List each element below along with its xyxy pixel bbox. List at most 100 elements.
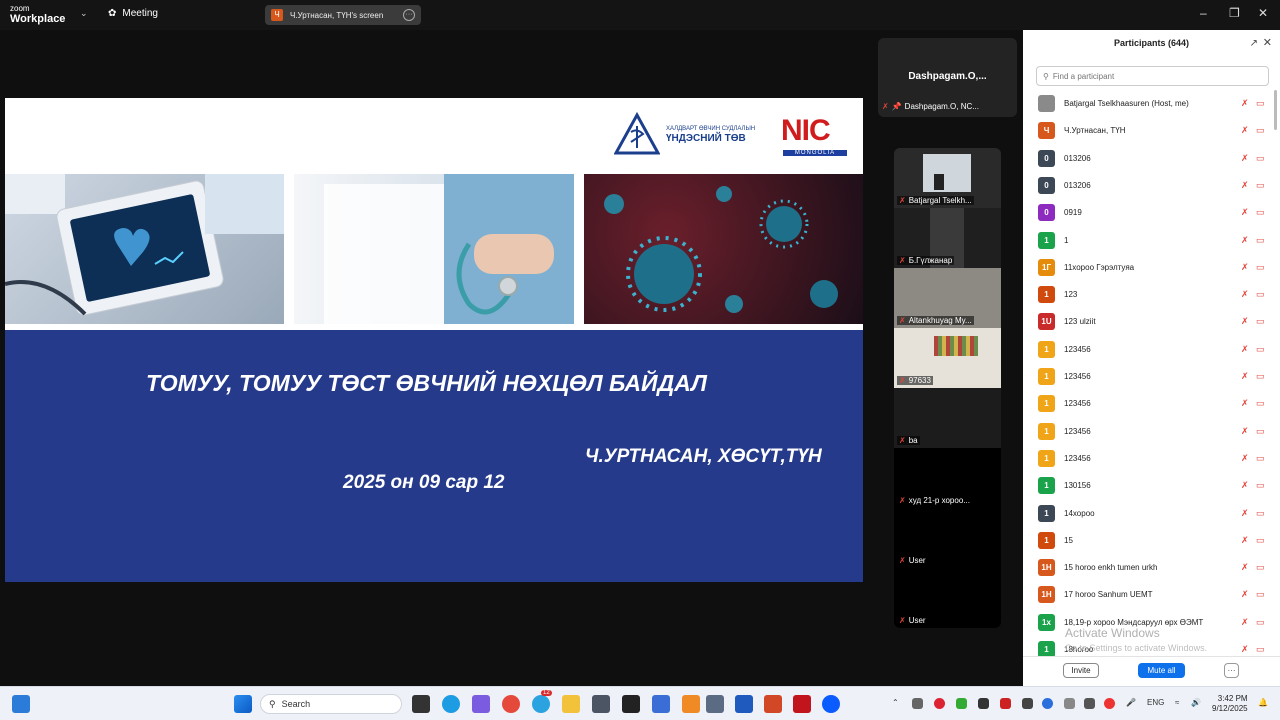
participant-row[interactable]: 1 1 ✗ ▭ [1023,227,1273,254]
mic-muted-icon[interactable]: ✗ [1241,617,1249,628]
video-off-icon[interactable]: ▭ [1256,262,1265,273]
mic-muted-icon[interactable]: ✗ [1241,371,1249,382]
video-off-icon[interactable]: ▭ [1256,562,1265,573]
mic-muted-icon[interactable]: ✗ [1241,153,1249,164]
language-indicator[interactable]: ENG [1147,698,1164,707]
video-off-icon[interactable]: ▭ [1256,289,1265,300]
tray-icon[interactable] [956,698,967,709]
video-tile[interactable]: ✗ худ 21-р хороо... [894,448,1001,508]
word-icon[interactable] [735,695,753,713]
video-off-icon[interactable]: ▭ [1256,235,1265,246]
minimize-icon[interactable]: – [1200,6,1207,20]
mic-muted-icon[interactable]: ✗ [1241,289,1249,300]
mic-muted-icon[interactable]: ✗ [1241,398,1249,409]
mic-muted-icon[interactable]: ✗ [1241,207,1249,218]
calculator-icon[interactable] [592,695,610,713]
chrome-icon[interactable] [502,695,520,713]
tray-icon[interactable] [978,698,989,709]
search-input[interactable] [1052,71,1253,81]
close-window-icon[interactable]: ✕ [1258,6,1268,20]
participant-row[interactable]: 1 123 ✗ ▭ [1023,281,1273,308]
video-tile[interactable]: ✗ ba [894,388,1001,448]
mic-muted-icon[interactable]: ✗ [1241,262,1249,273]
participant-row[interactable]: 0 013206 ✗ ▭ [1023,145,1273,172]
file-explorer-icon[interactable] [562,695,580,713]
pinned-video-tile[interactable]: Dashpagam.O,... ✗ 📌 Dashpagam.O, NC... [878,38,1017,117]
video-off-icon[interactable]: ▭ [1256,426,1265,437]
video-off-icon[interactable]: ▭ [1256,535,1265,546]
video-off-icon[interactable]: ▭ [1256,617,1265,628]
mic-muted-icon[interactable]: ✗ [1241,453,1249,464]
participant-row[interactable]: 1U 123 ulziit ✗ ▭ [1023,308,1273,335]
participant-row[interactable]: 1 15 ✗ ▭ [1023,527,1273,554]
participant-row[interactable]: 1H 15 horoo enkh tumen urkh ✗ ▭ [1023,554,1273,581]
video-tile[interactable]: ✗ User [894,568,1001,628]
more-button[interactable]: ··· [1224,663,1239,678]
participant-row[interactable]: 1H 17 horoo Sanhum UEMT ✗ ▭ [1023,581,1273,608]
mic-muted-icon[interactable]: ✗ [1241,98,1249,109]
participant-search[interactable]: ⚲ [1036,66,1269,86]
participant-row[interactable]: Batjargal Tselkhaasuren (Host, me) ✗ ▭ [1023,90,1273,117]
mic-muted-icon[interactable]: ✗ [1241,480,1249,491]
tray-icon[interactable] [1064,698,1075,709]
powerpoint-icon[interactable] [764,695,782,713]
tray-icon[interactable] [1000,698,1011,709]
video-tile[interactable]: ✗ Batjargal Tselkh... [894,148,1001,208]
screen-share-indicator[interactable]: Ч Ч.Уртнасан, ТҮН's screen ··· [265,5,421,25]
tray-icon[interactable] [934,698,945,709]
app-icon[interactable] [706,695,724,713]
video-tile[interactable]: ✗ Altankhuyag My... [894,268,1001,328]
participant-row[interactable]: 1 130156 ✗ ▭ [1023,472,1273,499]
video-off-icon[interactable]: ▭ [1256,508,1265,519]
tray-icon[interactable] [1042,698,1053,709]
video-tile[interactable]: ✗ 97633 [894,328,1001,388]
mic-muted-icon[interactable]: ✗ [1241,426,1249,437]
video-off-icon[interactable]: ▭ [1256,180,1265,191]
invite-button[interactable]: Invite [1063,663,1099,678]
volume-icon[interactable]: 🔊 [1191,698,1201,707]
video-tile[interactable]: ✗ User [894,508,1001,568]
tray-icon[interactable] [912,698,923,709]
tray-icon[interactable] [1084,698,1095,709]
video-tile[interactable]: ✗ Б.Гүлжанар [894,208,1001,268]
participant-row[interactable]: 1 123456 ✗ ▭ [1023,336,1273,363]
video-off-icon[interactable]: ▭ [1256,644,1265,655]
video-off-icon[interactable]: ▭ [1256,371,1265,382]
notification-bell-icon[interactable]: 🔔 [1258,698,1268,707]
tray-icon[interactable] [1022,698,1033,709]
participant-row[interactable]: 1Г 11хороо Гэрэлтуяа ✗ ▭ [1023,254,1273,281]
mic-muted-icon[interactable]: ✗ [1241,235,1249,246]
wifi-icon[interactable]: ≈ [1175,698,1179,707]
video-off-icon[interactable]: ▭ [1256,98,1265,109]
chevron-up-icon[interactable]: ⌃ [892,698,899,707]
mic-muted-icon[interactable]: ✗ [1241,535,1249,546]
participant-row[interactable]: 1 123456 ✗ ▭ [1023,390,1273,417]
video-off-icon[interactable]: ▭ [1256,589,1265,600]
participant-row[interactable]: 1 123456 ✗ ▭ [1023,445,1273,472]
participant-row[interactable]: 1 14хороо ✗ ▭ [1023,500,1273,527]
participant-row[interactable]: 1 123456 ✗ ▭ [1023,418,1273,445]
app-icon[interactable] [652,695,670,713]
video-off-icon[interactable]: ▭ [1256,153,1265,164]
mic-muted-icon[interactable]: ✗ [1241,125,1249,136]
zoom-workplace-logo[interactable]: zoom Workplace [10,4,65,25]
more-options-icon[interactable]: ··· [403,9,415,21]
participant-row[interactable]: 0 013206 ✗ ▭ [1023,172,1273,199]
mute-all-button[interactable]: Mute all [1138,663,1185,678]
mic-muted-icon[interactable]: ✗ [1241,644,1249,655]
mic-muted-icon[interactable]: ✗ [1241,180,1249,191]
video-off-icon[interactable]: ▭ [1256,207,1265,218]
scrollbar[interactable] [1274,90,1277,130]
mic-muted-icon[interactable]: ✗ [1241,344,1249,355]
mic-muted-icon[interactable]: ✗ [1241,508,1249,519]
record-icon[interactable] [1104,698,1115,709]
mic-muted-icon[interactable]: ✗ [1241,589,1249,600]
taskbar-search[interactable]: ⚲ Search [260,694,402,714]
video-off-icon[interactable]: ▭ [1256,344,1265,355]
start-icon[interactable] [234,695,252,713]
video-off-icon[interactable]: ▭ [1256,316,1265,327]
task-view-icon[interactable] [412,695,430,713]
video-off-icon[interactable]: ▭ [1256,125,1265,136]
participant-row[interactable]: Ч Ч.Уртнасан, ТҮН ✗ ▭ [1023,117,1273,144]
close-panel-icon[interactable]: ✕ [1263,36,1272,49]
